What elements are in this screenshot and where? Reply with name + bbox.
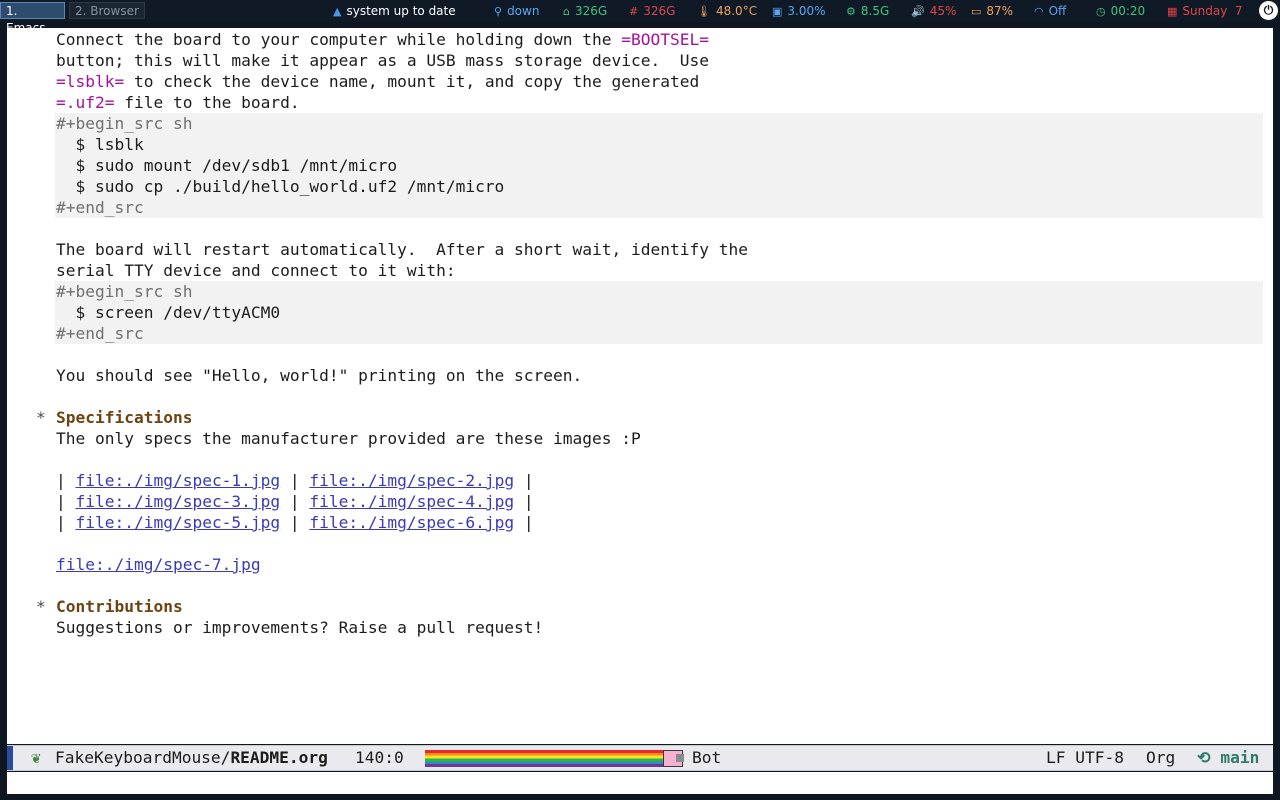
updates-status: ▲ system up to date <box>333 0 456 22</box>
src-end-keyword: #+end_src <box>56 324 144 343</box>
network-icon: ⚲ <box>494 5 503 18</box>
image-link[interactable]: file:./img/spec-4.jpg <box>309 492 514 511</box>
heading-contributions[interactable]: Contributions <box>56 596 183 617</box>
heading-specifications[interactable]: Specifications <box>56 407 192 428</box>
system-status-bar: 1. Emacs 2. Browser ▲system up to date ⚲… <box>0 0 1280 35</box>
code-line: $ sudo mount /dev/sdb1 /mnt/micro <box>56 156 398 175</box>
src-begin-keyword: #+begin_src sh <box>56 114 193 133</box>
disk-home-status: ⌂ 326G <box>563 0 607 22</box>
git-branch[interactable]: ⟲ main <box>1197 746 1259 770</box>
encoding-indicator[interactable]: LF UTF-8 <box>1046 746 1124 770</box>
volume-status[interactable]: 🔊 45% <box>911 0 956 22</box>
home-disk-icon: ⌂ <box>563 5 570 18</box>
text-line: The only specs the manufacturer provided… <box>56 429 641 448</box>
table-row: | file:./img/spec-5.jpg | file:./img/spe… <box>56 513 534 532</box>
text-line: The board will restart automatically. Af… <box>56 240 748 259</box>
table-row: | file:./img/spec-1.jpg | file:./img/spe… <box>56 471 534 490</box>
clock-icon: ◷ <box>1096 5 1106 18</box>
mode-line-accent <box>7 746 13 770</box>
date-status: ▦ Sunday 7 <box>1167 0 1243 22</box>
image-link[interactable]: file:./img/spec-6.jpg <box>309 513 514 532</box>
power-icon[interactable]: ⏻ <box>1259 1 1278 20</box>
gear-icon: ⚙ <box>846 5 856 18</box>
image-link[interactable]: file:./img/spec-1.jpg <box>76 471 281 490</box>
src-end-keyword: #+end_src <box>56 198 144 217</box>
image-link[interactable]: file:./img/spec-7.jpg <box>56 554 261 575</box>
text-line: =lsblk= to check the device name, mount … <box>56 72 700 91</box>
git-branch-icon: ⟲ <box>1197 748 1211 767</box>
table-row: | file:./img/spec-3.jpg | file:./img/spe… <box>56 492 534 511</box>
scroll-indicator: Bot <box>692 748 722 767</box>
text-line: Suggestions or improvements? Raise a pul… <box>56 618 544 637</box>
emacs-buffer[interactable]: Connect the board to your computer while… <box>7 28 1273 744</box>
text-line: =.uf2= file to the board. <box>56 93 300 112</box>
minibuffer[interactable] <box>7 772 1273 794</box>
image-link[interactable]: file:./img/spec-5.jpg <box>76 513 281 532</box>
buffer-name[interactable]: FakeKeyboardMouse/README.org <box>55 746 328 770</box>
image-link[interactable]: file:./img/spec-2.jpg <box>309 471 514 490</box>
text-line: Connect the board to your computer while… <box>56 30 709 49</box>
cpu-icon: ▣ <box>772 5 783 18</box>
text-line: You should see "Hello, world!" printing … <box>56 366 583 385</box>
wifi-status[interactable]: ◠ Off <box>1034 0 1066 22</box>
scroll-position-bar <box>425 750 667 767</box>
mode-line: ❦ FakeKeyboardMouse/README.org 140:0 Bot… <box>7 745 1273 771</box>
thermometer-icon: 🌡 <box>697 5 711 18</box>
clock-status: ◷ 00:20 <box>1096 0 1145 22</box>
battery-icon: ▭ <box>971 5 982 18</box>
nyan-cat-icon <box>663 750 684 767</box>
cpu-status: ▣ 3.00% <box>772 0 826 22</box>
text-line: serial TTY device and connect to it with… <box>56 261 456 280</box>
temperature-status: 🌡 48.0°C <box>697 0 757 22</box>
memory-status: ⚙ 8.5G <box>846 0 889 22</box>
cursor-position: 140:0 <box>355 748 404 767</box>
hash-disk-icon: # <box>629 5 639 18</box>
speaker-icon: 🔊 <box>911 5 925 18</box>
battery-status: ▭ 87% <box>971 0 1013 22</box>
wifi-icon: ◠ <box>1034 5 1044 18</box>
workspace-tab-browser[interactable]: 2. Browser <box>69 2 145 19</box>
image-link[interactable]: file:./img/spec-3.jpg <box>76 492 281 511</box>
major-mode-icon: ❦ <box>31 748 41 767</box>
code-line: $ screen /dev/ttyACM0 <box>56 303 281 322</box>
calendar-icon: ▦ <box>1167 5 1178 18</box>
code-line: $ sudo cp ./build/hello_world.uf2 /mnt/m… <box>56 177 505 196</box>
text-line: button; this will make it appear as a US… <box>56 51 709 70</box>
code-line: $ lsblk <box>56 135 144 154</box>
arch-icon: ▲ <box>333 5 342 18</box>
disk-root-status: #326G <box>629 0 675 22</box>
workspace-tab-emacs[interactable]: 1. Emacs <box>0 2 65 35</box>
major-mode-name[interactable]: Org <box>1146 746 1175 770</box>
src-begin-keyword: #+begin_src sh <box>56 282 193 301</box>
network-status: ⚲ down <box>494 0 539 22</box>
heading-star: * <box>36 597 46 616</box>
heading-star: * <box>36 408 46 427</box>
